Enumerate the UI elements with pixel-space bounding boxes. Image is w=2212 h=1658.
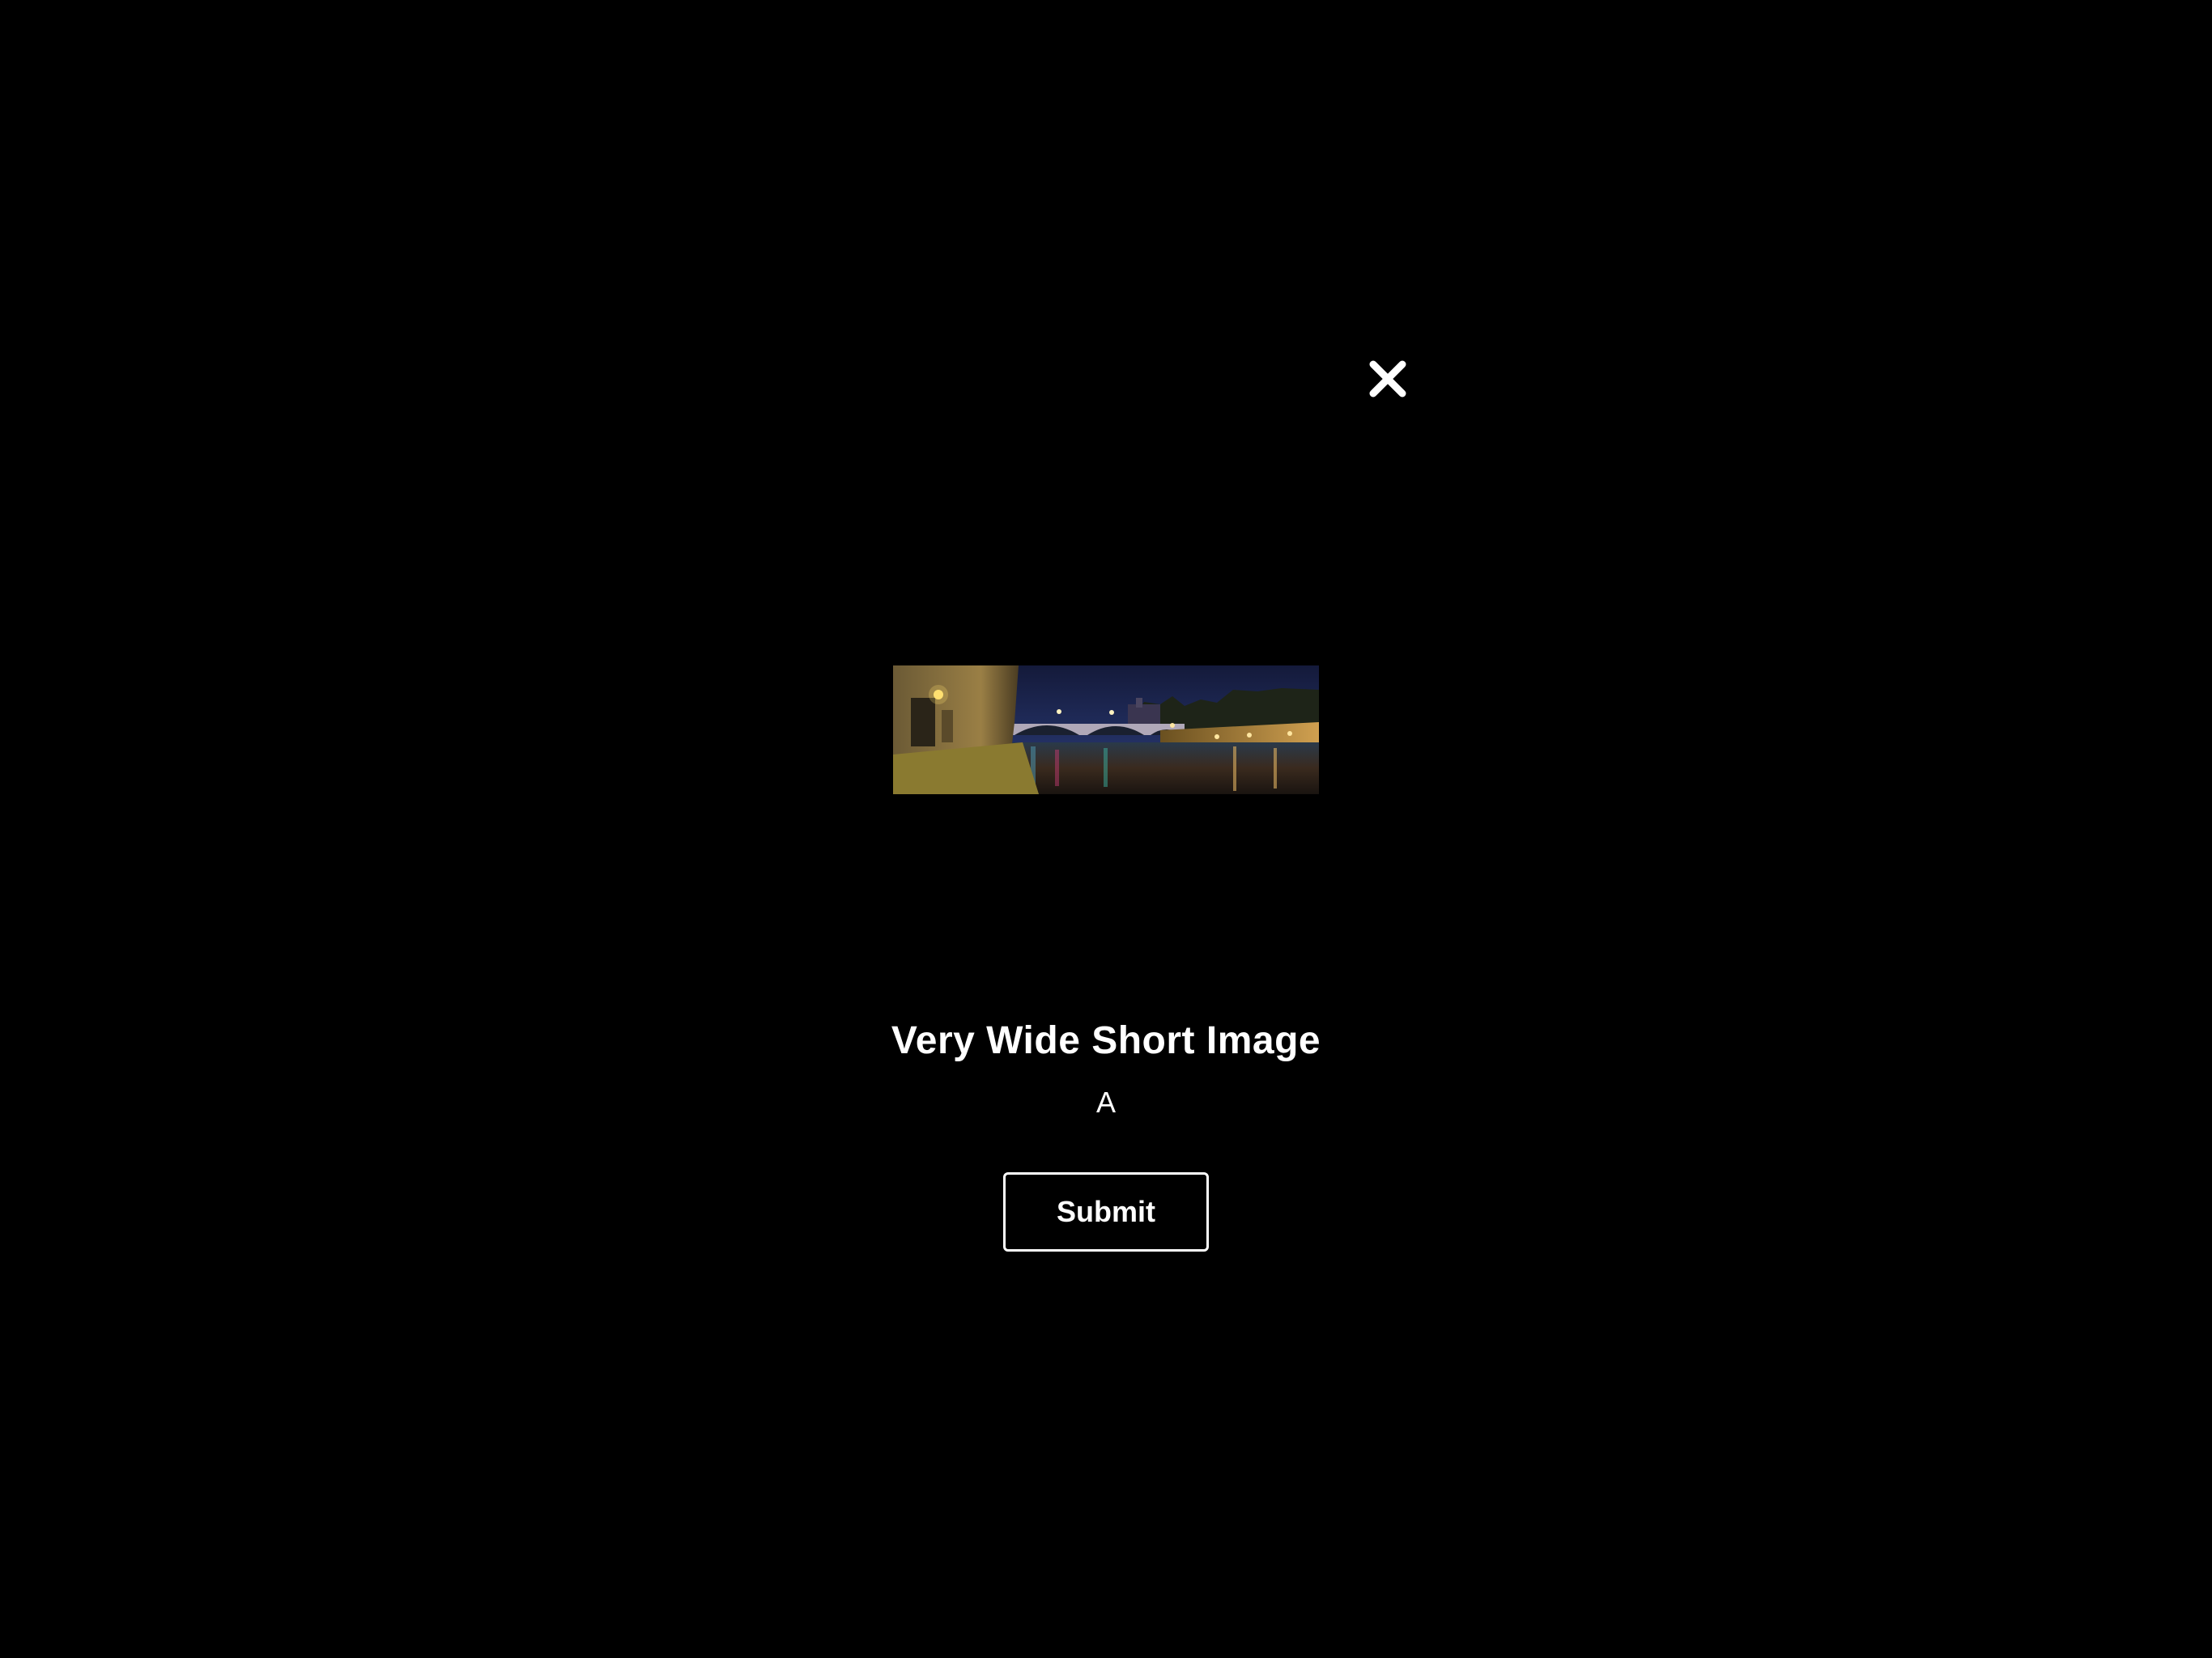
panorama-image bbox=[893, 665, 1319, 794]
dialog-subtitle: A bbox=[1095, 1086, 1116, 1119]
close-icon bbox=[1369, 360, 1406, 397]
dialog-title: Very Wide Short Image bbox=[891, 1019, 1321, 1062]
submit-button[interactable]: Submit bbox=[1003, 1172, 1209, 1252]
close-button[interactable] bbox=[1365, 356, 1410, 402]
